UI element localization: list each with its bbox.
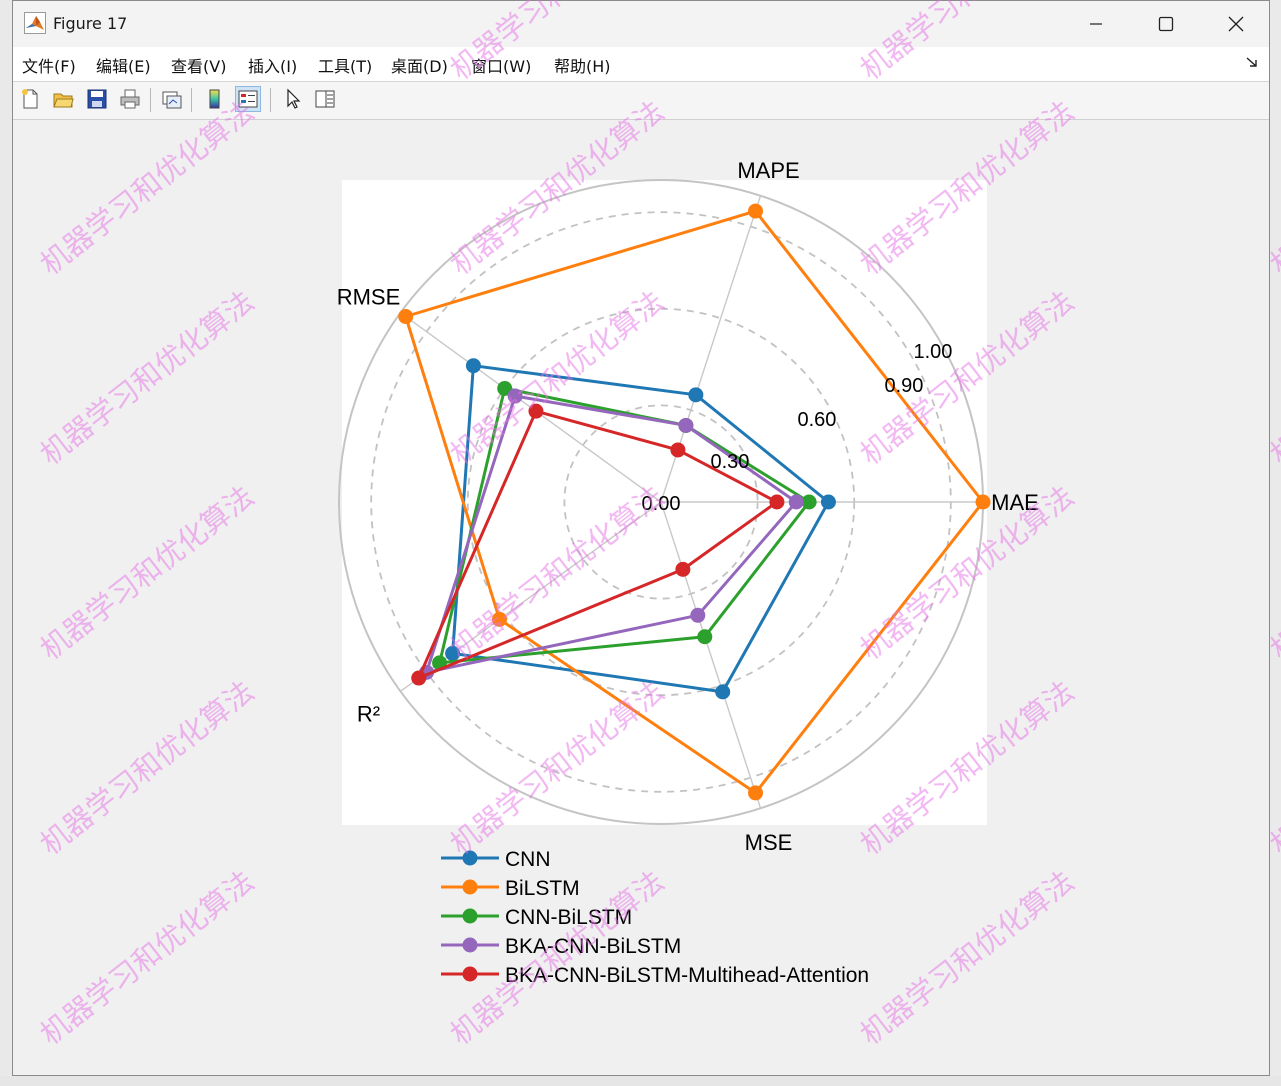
axis-label: MAE	[991, 490, 1039, 515]
legend-label: BKA-CNN-BiLSTM-Multihead-Attention	[505, 964, 869, 987]
edit-plot-icon	[287, 88, 301, 109]
series-marker	[715, 684, 731, 700]
open-file-button[interactable]	[50, 86, 76, 112]
title-bar[interactable]: Figure 17	[13, 1, 1269, 47]
figure-canvas[interactable]: 0.00 0.30 0.60 0.90 1.00 MAE MAPE RMSE R² MSE CNN…	[13, 120, 1269, 1075]
link-plot-button[interactable]	[159, 86, 185, 112]
maximize-icon	[1158, 16, 1174, 32]
series-marker	[670, 442, 686, 458]
close-icon	[1228, 16, 1244, 32]
print-icon	[120, 89, 140, 109]
series-marker	[398, 309, 414, 325]
series-marker	[675, 561, 691, 577]
legend-marker	[462, 937, 478, 953]
legend-label: BKA-CNN-BiLSTM	[505, 935, 681, 958]
dock-arrow-icon[interactable]	[1245, 55, 1259, 69]
screen-edge	[1270, 0, 1281, 1086]
series-marker	[820, 494, 836, 510]
legend-marker	[462, 879, 478, 895]
toolbar	[13, 82, 1269, 120]
radial-tick-label: 0.00	[642, 493, 681, 515]
menu-edit[interactable]: 编辑(E)	[96, 53, 151, 77]
menu-help[interactable]: 帮助(H)	[554, 53, 611, 77]
legend-button[interactable]	[235, 86, 261, 112]
series-marker	[690, 607, 706, 623]
series-marker	[801, 494, 817, 510]
property-inspector-button[interactable]	[312, 86, 338, 112]
series-marker	[688, 387, 704, 403]
taskbar-edge	[0, 1076, 1281, 1086]
toolbar-separator	[150, 88, 151, 112]
radial-tick-label: 1.00	[913, 341, 952, 363]
series-marker	[788, 494, 804, 510]
menu-file[interactable]: 文件(F)	[22, 53, 76, 77]
series-marker	[491, 611, 507, 627]
radial-tick-label: 0.90	[884, 375, 923, 397]
axis-label: MAPE	[737, 158, 799, 183]
series-marker	[445, 645, 461, 661]
link-plot-icon	[162, 91, 182, 109]
menu-view[interactable]: 查看(V)	[171, 53, 226, 77]
series-marker	[528, 403, 544, 419]
close-button[interactable]	[1201, 1, 1271, 47]
legend-marker	[462, 908, 478, 924]
legend-label: CNN-BiLSTM	[505, 906, 632, 929]
open-file-icon	[53, 93, 74, 108]
colorbar-icon	[209, 89, 220, 109]
toolbar-separator	[191, 88, 192, 112]
matlab-logo-icon	[24, 12, 46, 34]
legend-label: BiLSTM	[505, 877, 580, 900]
series-marker	[678, 417, 694, 433]
series-marker	[465, 358, 481, 374]
menu-bar: 文件(F) 编辑(E) 查看(V) 插入(I) 工具(T) 桌面(D) 窗口(W…	[13, 47, 1269, 82]
colorbar-button[interactable]	[201, 86, 227, 112]
property-inspector-icon	[315, 90, 335, 108]
series-marker	[769, 494, 785, 510]
new-figure-icon	[22, 89, 38, 109]
window-title: Figure 17	[53, 14, 128, 33]
new-figure-button[interactable]	[17, 86, 43, 112]
axis-label: R²	[357, 701, 380, 726]
series-marker	[697, 629, 713, 645]
series-marker	[411, 670, 427, 686]
legend-marker	[462, 850, 478, 866]
save-button[interactable]	[84, 86, 110, 112]
save-icon	[87, 89, 107, 109]
menu-window[interactable]: 窗口(W)	[471, 53, 531, 77]
menu-desktop[interactable]: 桌面(D)	[391, 53, 448, 77]
menu-tools[interactable]: 工具(T)	[318, 53, 372, 77]
series-marker	[748, 785, 764, 801]
minimize-icon	[1090, 23, 1102, 25]
axis-label: MSE	[745, 830, 793, 855]
radial-tick-label: 0.30	[711, 451, 750, 473]
edit-plot-button[interactable]	[279, 86, 305, 112]
series-marker	[507, 388, 523, 404]
legend-marker	[462, 966, 478, 982]
maximize-button[interactable]	[1131, 1, 1201, 47]
print-button[interactable]	[117, 86, 143, 112]
axis-label: RMSE	[337, 285, 401, 310]
series-marker	[748, 203, 764, 219]
toolbar-separator	[270, 88, 271, 112]
legend-icon	[238, 90, 258, 108]
radial-tick-label: 0.60	[797, 409, 836, 431]
figure-window: Figure 17 文件(F) 编辑(E) 查看(V) 插入(I) 工具(T) …	[12, 0, 1270, 1076]
menu-insert[interactable]: 插入(I)	[248, 53, 297, 77]
minimize-button[interactable]	[1061, 1, 1131, 47]
series-marker	[975, 494, 991, 510]
radar-chart: 0.00 0.30 0.60 0.90 1.00 MAE MAPE RMSE R² MSE CNN…	[337, 158, 1039, 987]
legend-label: CNN	[505, 848, 551, 871]
